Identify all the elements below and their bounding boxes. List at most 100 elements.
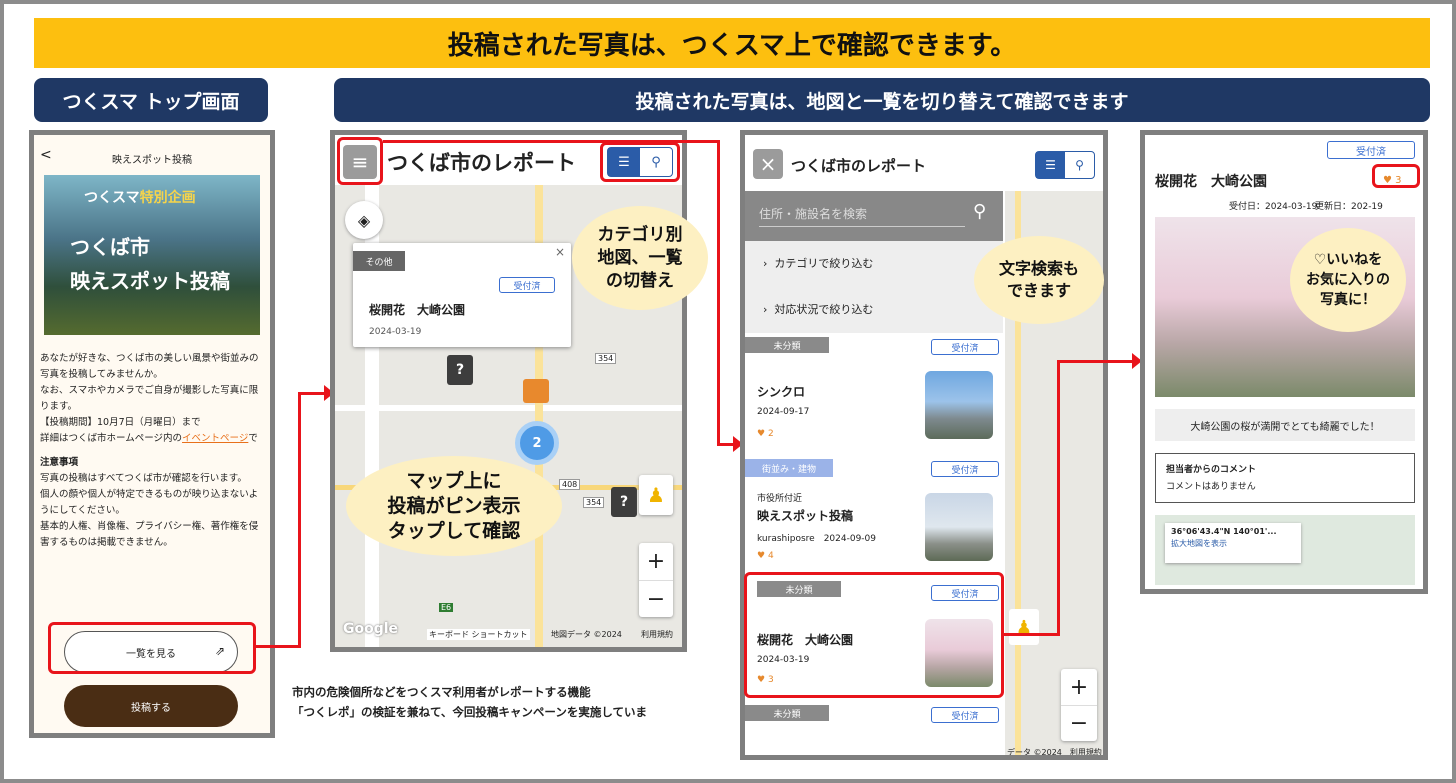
top-banner: 投稿された写真は、つくスマ上で確認できます。 <box>34 18 1430 68</box>
status-badge: 受付済 <box>931 707 999 723</box>
arrow-line <box>1057 360 1135 363</box>
road-sign-e6: E6 <box>439 603 454 612</box>
close-icon[interactable]: × <box>753 149 783 179</box>
hero-special: 特別企画 <box>139 190 196 206</box>
highlight-item <box>744 572 1004 698</box>
heart-icon: ♥ <box>757 429 766 439</box>
category-tag: 街並み・建物 <box>745 459 833 477</box>
item-title: 映えスポット投稿 <box>757 509 854 523</box>
category-tag: 未分類 <box>745 705 829 721</box>
filter-category[interactable]: › カテゴリで絞り込む <box>763 255 873 271</box>
keyboard-shortcuts-link[interactable]: キーボード ショートカット <box>427 629 530 640</box>
phone-detail: 受付済 桜開花 大崎公園 ♥ 3 受付日：2024-03-19 更新日：202-… <box>1140 130 1428 594</box>
hero-app-name: つくスマ <box>84 190 140 206</box>
filter-status[interactable]: › 対応状況で絞り込む <box>763 301 873 317</box>
search-icon[interactable]: ⚲ <box>973 201 986 222</box>
like-count: ♥ 2 <box>757 429 774 439</box>
zoom-in-button[interactable]: + <box>639 543 673 580</box>
map-pin-unknown[interactable]: ? <box>447 355 473 385</box>
zoom-control: + − <box>1061 669 1097 741</box>
notice-1: 写真の投稿はすべてつくば市が確認を行います。 <box>40 473 247 484</box>
intro-text-2: なお、スマホやカメラでご自身が撮影した写真に限ります。 <box>40 385 259 412</box>
road-sign-354-2: 354 <box>583 497 605 508</box>
item-meta: kurashiposre 2024-09-09 <box>757 534 876 544</box>
list-header: × つくば市のレポート ☰ ⚲ <box>745 135 1103 191</box>
road-sign-354: 354 <box>595 353 617 364</box>
callout-category: カテゴリ別 地図、一覧 の切替え <box>572 206 708 310</box>
hero-line2: 映えスポット投稿 <box>70 269 230 293</box>
arrow-line <box>298 392 301 648</box>
highlight-like <box>1372 164 1420 188</box>
post-button[interactable]: 投稿する <box>64 685 238 727</box>
close-icon[interactable]: × <box>555 245 565 259</box>
layers-icon[interactable]: ◈ <box>345 201 383 239</box>
map-pin-unknown-2[interactable]: ? <box>611 487 637 517</box>
received-date: 受付日：2024-03-19 <box>1229 202 1318 212</box>
notice-2: 個人の顔や個人が特定できるものが映り込まないようにしてください。 <box>40 489 259 516</box>
hero-line1: つくば市 <box>70 235 150 259</box>
caption-line-2: 「つくレポ」の検証を兼ねて、今回投稿キャンペーンを実施していま <box>292 705 648 719</box>
item-thumbnail <box>925 371 993 439</box>
road-sign-408: 408 <box>559 479 581 490</box>
map-info-card: 36°06'43.4"N 140°01'... 拡大地図を表示 <box>1165 523 1301 563</box>
list-item[interactable]: 街並み・建物 受付済 市役所付近 映えスポット投稿 kurashiposre 2… <box>745 457 1003 575</box>
street-view-icon[interactable]: ♟ <box>1009 609 1039 645</box>
arrow-line <box>256 645 300 648</box>
map-title: つくば市のレポート <box>387 151 576 175</box>
popup-title: 桜開花 大崎公園 <box>369 303 466 317</box>
label-top-screen: つくスマ トップ画面 <box>34 78 268 122</box>
label-map-list: 投稿された写真は、地図と一覧を切り替えて確認できます <box>334 78 1430 122</box>
period-text: 【投稿期間】10月7日（月曜日）まで <box>40 417 201 428</box>
caption-line-1: 市内の危険個所などをつくスマ利用者がレポートする機能 <box>292 685 591 699</box>
map-data-credit: 地図データ ©2024 <box>551 630 622 639</box>
comment-body: コメントはありません <box>1166 482 1256 492</box>
comment-box: 担当者からのコメント コメントはありません <box>1155 453 1415 503</box>
notice-heading: 注意事項 <box>40 457 79 468</box>
highlight-toggle <box>600 142 680 182</box>
map-pin-orange[interactable] <box>523 379 549 403</box>
map-cluster[interactable]: 2 <box>515 421 559 465</box>
search-bar: 住所・施設名を検索 ⚲ <box>745 191 1003 241</box>
item-place: 市役所付近 <box>757 494 803 504</box>
callout-like: ♡いいねを お気に入りの 写真に！ <box>1290 228 1406 332</box>
terms-link[interactable]: 利用規約 <box>641 629 673 640</box>
caption-block: 市内の危険個所などをつくスマ利用者がレポートする機能 「つくレポ」の検証を兼ねて… <box>292 682 647 722</box>
map-pin-icon[interactable]: ⚲ <box>1065 152 1094 178</box>
detail-caption: 大崎公園の桜が満開でとても綺麗でした！ <box>1155 409 1415 441</box>
enlarge-map-link[interactable]: 拡大地図を表示 <box>1171 538 1295 549</box>
intro-text: あなたが好きな、つくば市の美しい風景や街並みの写真を投稿してみませんか。 <box>40 353 259 380</box>
updated-date: 更新日：202-19 <box>1315 202 1383 212</box>
highlight-list-button <box>48 622 256 674</box>
detail-title: 桜開花 大崎公園 <box>1155 174 1267 190</box>
popup-status-badge: 受付済 <box>499 277 555 293</box>
arrow-line <box>1057 360 1060 636</box>
popup-category-tag: その他 <box>353 251 405 271</box>
category-tag: 未分類 <box>745 337 829 353</box>
heart-icon: ♥ <box>757 551 766 561</box>
list-view-icon[interactable]: ☰ <box>1036 152 1065 178</box>
mini-map[interactable]: 36°06'43.4"N 140°01'... 拡大地図を表示 <box>1155 515 1415 585</box>
filter-panel: › カテゴリで絞り込む › 対応状況で絞り込む <box>745 241 1003 333</box>
status-badge: 受付済 <box>1327 141 1415 159</box>
list-item[interactable]: 未分類 受付済 シンクロ 2024-09-17 ♥ 2 <box>745 335 1003 453</box>
status-badge: 受付済 <box>931 339 999 355</box>
page-title: 映えスポット投稿 <box>112 155 192 166</box>
map-coords: 36°06'43.4"N 140°01'... <box>1171 527 1277 536</box>
map-data-credit: データ ©2024 利用規約 <box>1007 748 1102 757</box>
zoom-out-button[interactable]: − <box>639 580 673 617</box>
street-view-icon[interactable]: ♟ <box>639 475 673 515</box>
search-input[interactable]: 住所・施設名を検索 <box>759 205 965 227</box>
event-page-link[interactable]: イベントページ <box>182 433 248 444</box>
map-popup[interactable]: その他 × 受付済 桜開花 大崎公園 2024-03-19 <box>353 243 571 347</box>
comment-heading: 担当者からのコメント <box>1166 465 1257 475</box>
zoom-in-button[interactable]: + <box>1061 669 1097 705</box>
zoom-out-button[interactable]: − <box>1061 705 1097 741</box>
google-logo: Google <box>343 621 399 637</box>
callout-search: 文字検索も できます <box>974 236 1104 324</box>
hero-image: つくスマ特別企画 つくば市 映えスポット投稿 <box>44 175 260 335</box>
item-title: シンクロ <box>757 385 806 399</box>
zoom-control: + − <box>639 543 673 617</box>
notice-3: 基本的人権、肖像権、プライバシー権、著作権を侵害するものは掲載できません。 <box>40 521 259 548</box>
list-item[interactable]: 未分類 受付済 <box>745 703 1003 755</box>
arrow-line <box>1004 633 1060 636</box>
